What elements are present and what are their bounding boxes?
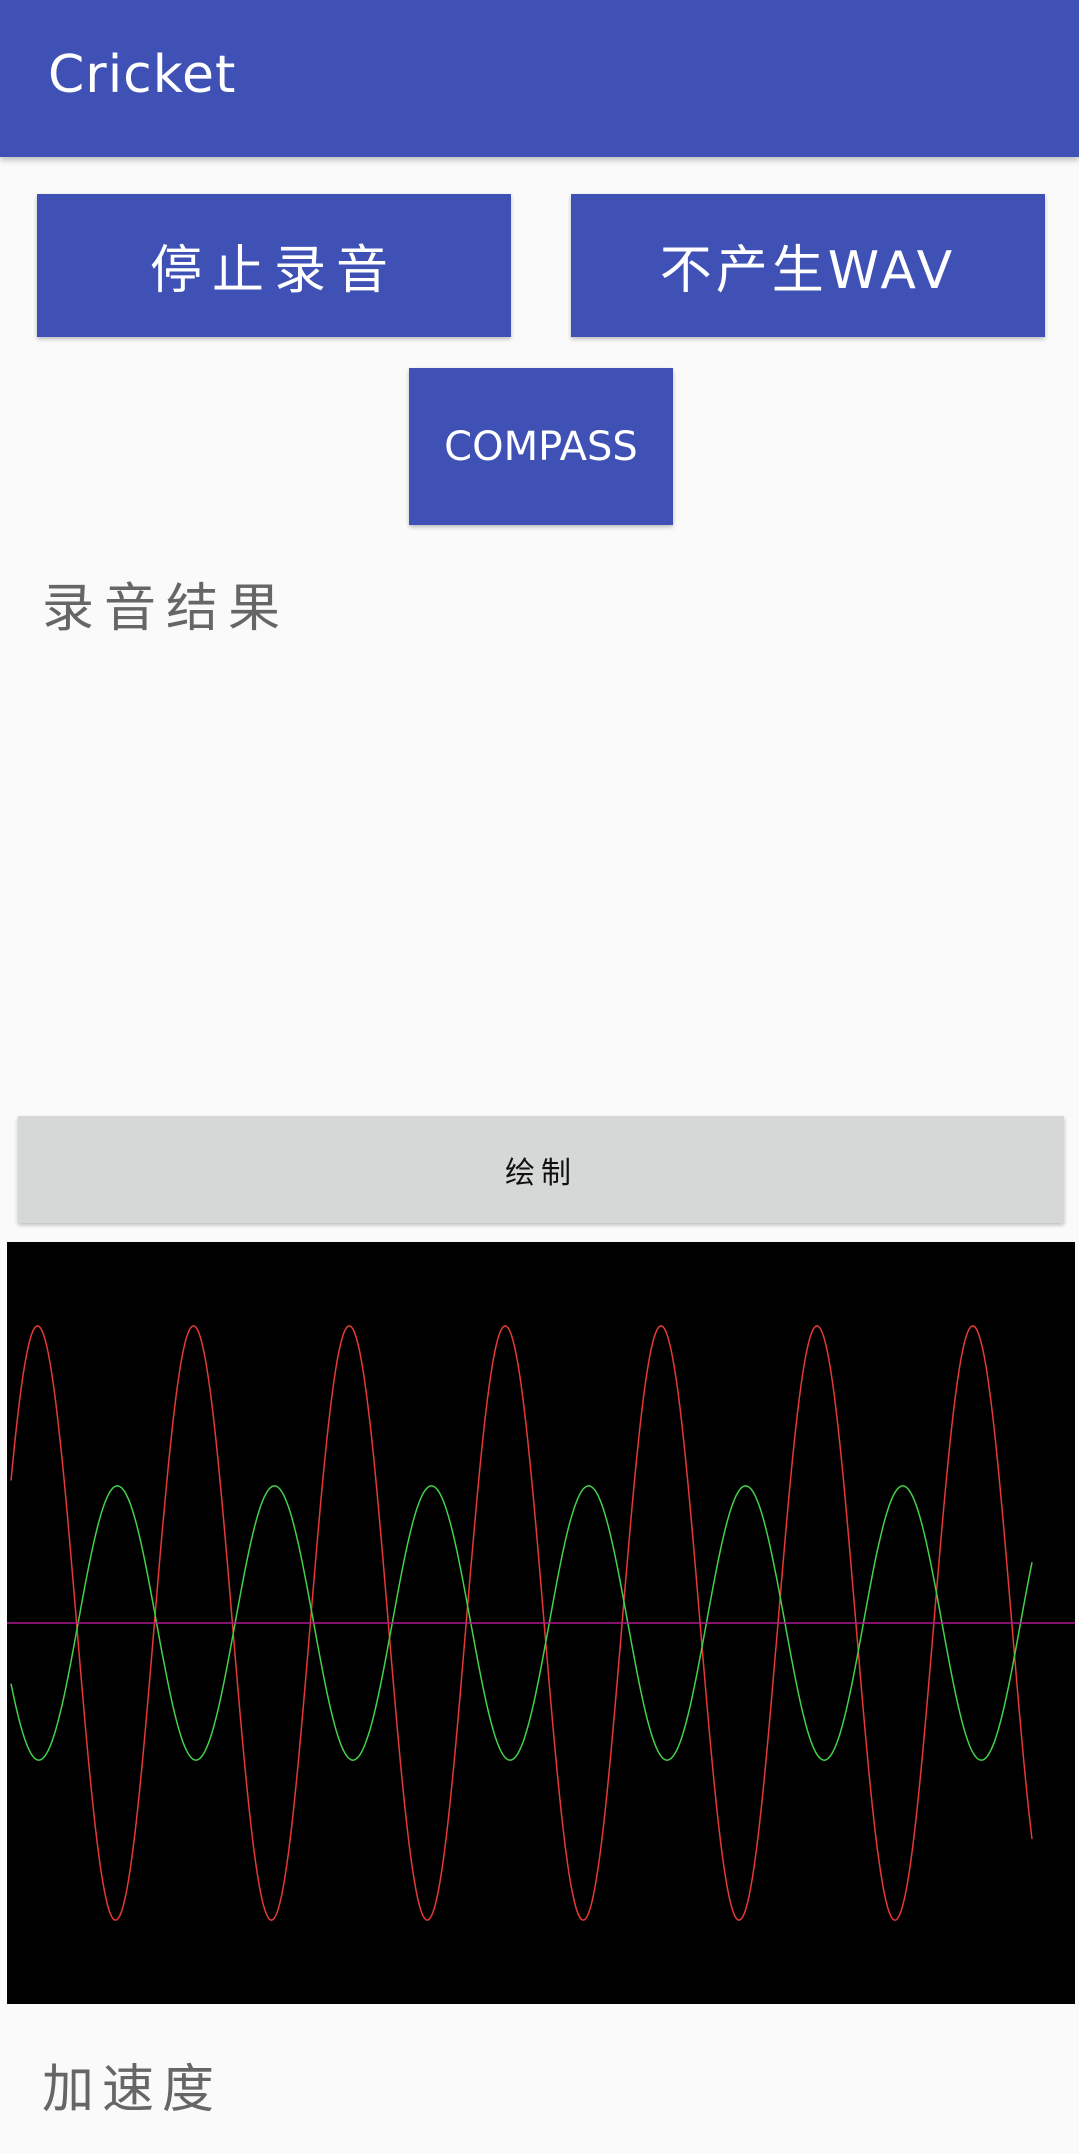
app-bar: Cricket <box>0 0 1079 157</box>
stop-recording-button[interactable]: 停止录音 <box>37 194 511 337</box>
waveform-plot <box>7 1242 1075 2004</box>
no-wav-button[interactable]: 不产生WAV <box>571 194 1045 337</box>
draw-button[interactable]: 绘制 <box>18 1116 1064 1223</box>
app-title: Cricket <box>48 45 237 105</box>
acceleration-label: 加速度 <box>42 2060 223 2120</box>
waveform-chart <box>7 1324 1075 1922</box>
recording-result-label: 录音结果 <box>42 579 291 639</box>
compass-button[interactable]: COMPASS <box>409 368 673 525</box>
